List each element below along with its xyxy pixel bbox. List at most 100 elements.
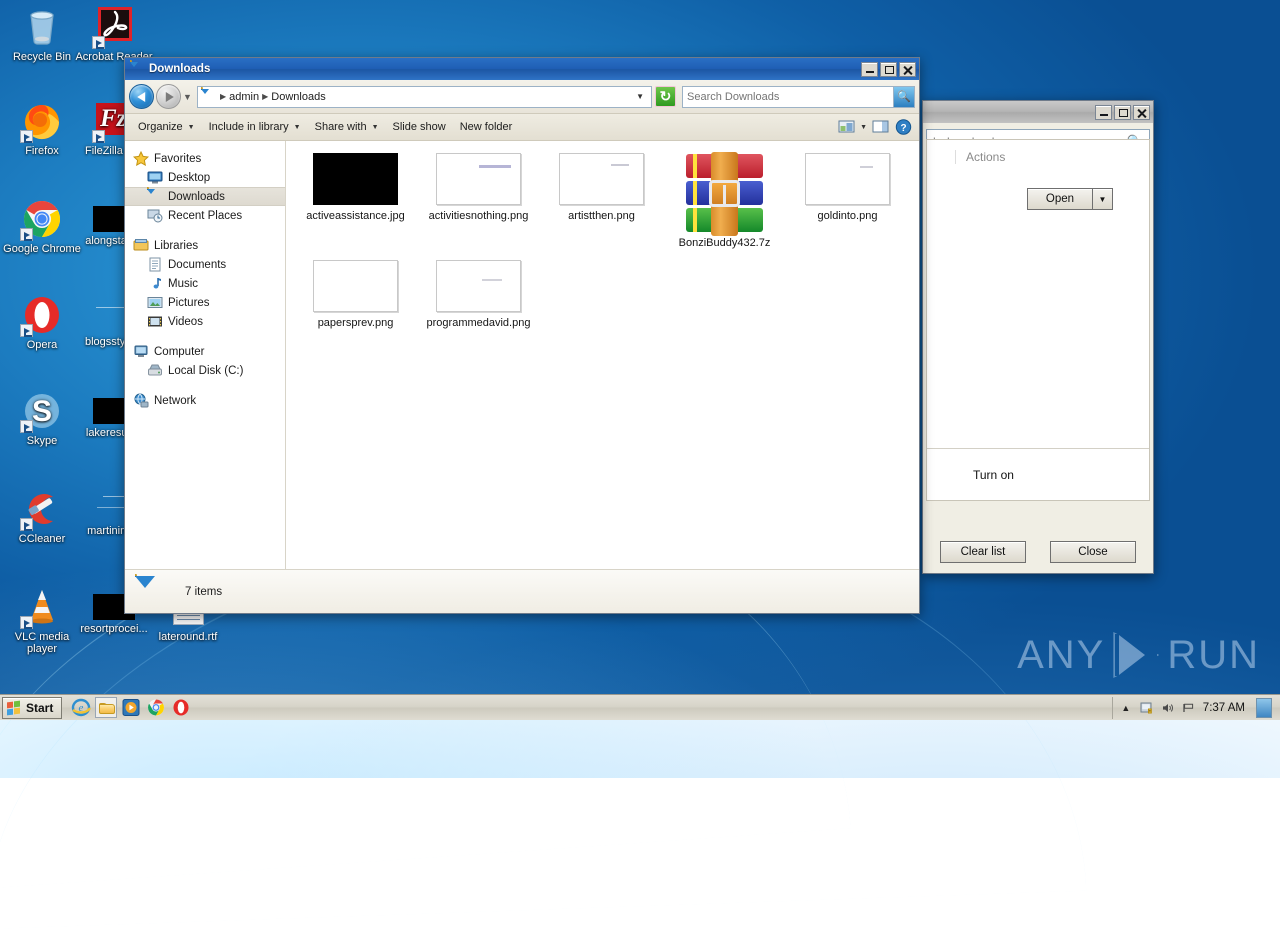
- file-item[interactable]: papersprev.png: [294, 256, 417, 336]
- file-item[interactable]: activeassistance.jpg: [294, 149, 417, 256]
- sidebar-separator: [125, 380, 285, 391]
- downloads-window-buttons: [1095, 104, 1150, 120]
- back-button[interactable]: [129, 84, 154, 109]
- sidebar-item-pictures[interactable]: Pictures: [125, 293, 285, 312]
- share-with-button[interactable]: Share with ▼: [308, 118, 386, 136]
- search-icon[interactable]: [893, 86, 914, 107]
- file-list-pane[interactable]: activeassistance.jpg activitiesnothing.p…: [286, 141, 919, 569]
- sidebar-item-libraries[interactable]: Libraries: [125, 236, 285, 255]
- shortcut-overlay-icon: [20, 518, 33, 531]
- acrobat-reader-icon: [92, 6, 135, 49]
- file-item[interactable]: goldinto.png: [786, 149, 909, 256]
- file-item[interactable]: programmedavid.png: [417, 256, 540, 336]
- music-library-icon: [147, 276, 163, 291]
- open-dropdown-button[interactable]: ▼: [1093, 188, 1113, 210]
- show-hidden-icons-icon[interactable]: ▲: [1119, 701, 1133, 715]
- change-view-icon[interactable]: [837, 118, 856, 136]
- file-item[interactable]: BonziBuddy432.7z: [663, 149, 786, 256]
- desktop-icon-acrobat-reader[interactable]: Acrobat Reader: [72, 6, 156, 63]
- breadcrumb-separator: ▶: [262, 92, 269, 101]
- forward-button[interactable]: [156, 84, 181, 109]
- file-item[interactable]: activitiesnothing.png: [417, 149, 540, 256]
- file-item[interactable]: artistthen.png: [540, 149, 663, 256]
- downloads-window-titlebar[interactable]: [923, 101, 1153, 123]
- navigation-pane[interactable]: Favorites Desktop Downloads Recent Place…: [125, 141, 286, 569]
- sidebar-item-label: Network: [154, 394, 197, 407]
- explorer-view-controls: ▼ ?: [837, 118, 913, 136]
- file-name: activeassistance.jpg: [306, 210, 405, 222]
- new-folder-label: New folder: [459, 121, 513, 133]
- file-name: activitiesnothing.png: [428, 210, 529, 222]
- taskbar-windows-explorer-icon[interactable]: [95, 697, 118, 718]
- close-button[interactable]: [899, 61, 916, 77]
- taskbar-internet-explorer-icon[interactable]: e: [70, 697, 92, 718]
- sidebar-item-network[interactable]: Network: [125, 391, 285, 410]
- sidebar-item-downloads[interactable]: Downloads: [125, 187, 285, 206]
- action-center-icon[interactable]: [1140, 701, 1154, 715]
- taskbar[interactable]: Start e ▲ 7:37 AM: [0, 694, 1280, 720]
- libraries-icon: [133, 238, 149, 253]
- system-tray: ▲ 7:37 AM: [1111, 696, 1278, 719]
- search-box[interactable]: [682, 85, 915, 108]
- recent-pages-dropdown[interactable]: ▼: [181, 92, 194, 102]
- refresh-button[interactable]: [655, 86, 676, 107]
- chevron-down-icon[interactable]: ▼: [631, 92, 649, 101]
- vlc-icon: [20, 586, 63, 629]
- show-desktop-button[interactable]: [1256, 697, 1272, 718]
- sidebar-item-local-disk-c[interactable]: Local Disk (C:): [125, 361, 285, 380]
- start-button[interactable]: Start: [2, 696, 63, 719]
- close-dialog-button[interactable]: Close: [1050, 541, 1136, 563]
- turn-on-row[interactable]: Turn on: [927, 448, 1149, 500]
- sidebar-item-computer[interactable]: Computer: [125, 342, 285, 361]
- turn-on-label: Turn on: [973, 467, 1014, 482]
- volume-icon[interactable]: [1161, 701, 1175, 715]
- breadcrumb-admin[interactable]: admin: [227, 91, 261, 103]
- new-folder-button[interactable]: New folder: [453, 118, 520, 136]
- share-with-label: Share with: [314, 121, 367, 133]
- include-in-library-button[interactable]: Include in library ▼: [202, 118, 308, 136]
- sidebar-item-music[interactable]: Music: [125, 274, 285, 293]
- documents-library-icon: [147, 257, 163, 272]
- sidebar-item-favorites[interactable]: Favorites: [125, 149, 285, 168]
- help-icon[interactable]: ?: [894, 118, 913, 136]
- explorer-window[interactable]: Downloads ▼ ▶ admin ▶ Downloads ▼ ↻ Sear…: [124, 57, 920, 614]
- explorer-window-buttons: [861, 61, 916, 77]
- taskbar-chrome-icon[interactable]: [145, 697, 167, 718]
- preview-pane-icon[interactable]: [871, 118, 890, 136]
- sidebar-item-recent-places[interactable]: Recent Places: [125, 206, 285, 225]
- explorer-body: Favorites Desktop Downloads Recent Place…: [125, 141, 919, 569]
- chrome-icon: [20, 198, 63, 241]
- maximize-button[interactable]: [1114, 104, 1131, 120]
- organize-button[interactable]: Organize ▼: [131, 118, 202, 136]
- taskbar-opera-icon[interactable]: [170, 697, 192, 718]
- network-icon[interactable]: [1182, 701, 1196, 715]
- search-input[interactable]: [683, 90, 893, 103]
- sidebar-item-videos[interactable]: Videos: [125, 312, 285, 331]
- firefox-icon: [20, 100, 63, 143]
- downloads-library-window[interactable]: h downloads 🔍 Actions Open ▼ Turn on Cle…: [922, 100, 1154, 574]
- sidebar-item-desktop[interactable]: Desktop: [125, 168, 285, 187]
- slide-show-button[interactable]: Slide show: [386, 118, 453, 136]
- include-in-library-label: Include in library: [208, 121, 289, 133]
- taskbar-media-player-icon[interactable]: [120, 697, 142, 718]
- address-bar[interactable]: ▶ admin ▶ Downloads ▼: [197, 85, 652, 108]
- maximize-button[interactable]: [880, 61, 897, 77]
- open-button[interactable]: Open: [1027, 188, 1093, 210]
- taskbar-clock[interactable]: 7:37 AM: [1203, 702, 1245, 714]
- downloads-list[interactable]: Actions Open ▼ Turn on: [926, 139, 1150, 501]
- windows-logo-icon: [7, 700, 22, 715]
- chevron-down-icon[interactable]: ▼: [860, 124, 867, 131]
- explorer-titlebar[interactable]: Downloads: [125, 58, 919, 80]
- breadcrumb-downloads[interactable]: Downloads: [269, 91, 327, 103]
- minimize-button[interactable]: [861, 61, 878, 77]
- minimize-button[interactable]: [1095, 104, 1112, 120]
- explorer-command-bar: Organize ▼ Include in library ▼ Share wi…: [125, 114, 919, 141]
- file-thumbnail: [682, 152, 767, 236]
- sidebar-item-documents[interactable]: Documents: [125, 255, 285, 274]
- sidebar-item-label: Videos: [168, 315, 203, 328]
- shortcut-overlay-icon: [92, 36, 105, 49]
- computer-icon: [133, 344, 149, 359]
- close-button[interactable]: [1133, 104, 1150, 120]
- clear-list-button[interactable]: Clear list: [940, 541, 1026, 563]
- sidebar-item-label: Local Disk (C:): [168, 364, 244, 377]
